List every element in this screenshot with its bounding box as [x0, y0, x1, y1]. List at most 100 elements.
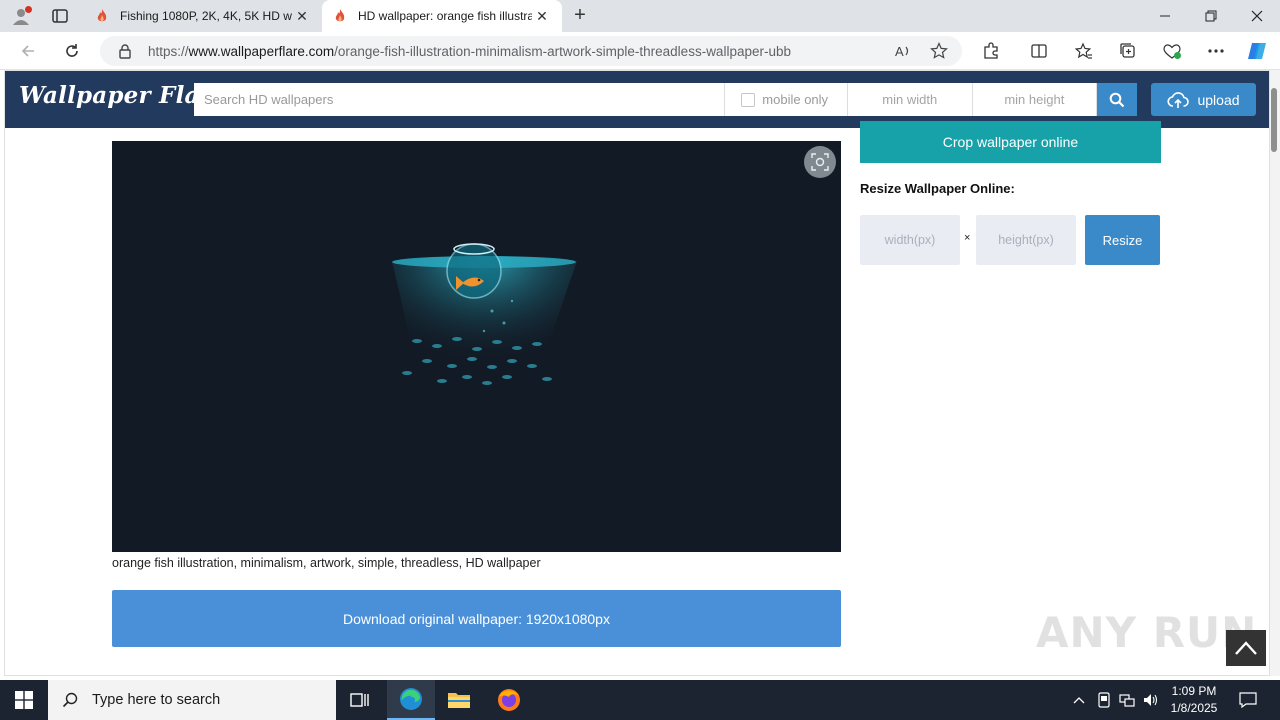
- crop-wallpaper-button[interactable]: Crop wallpaper online: [860, 121, 1161, 163]
- device-icon: [1098, 692, 1110, 708]
- task-view-icon: [350, 693, 369, 707]
- puzzle-icon: [984, 42, 998, 59]
- url-path: /orange-fish-illustration-minimalism-art…: [334, 43, 791, 59]
- clock-date: 1/8/2025: [1170, 701, 1218, 715]
- refresh-icon: [66, 44, 78, 57]
- chevron-up-icon: [1235, 641, 1257, 655]
- restore-button[interactable]: [1188, 0, 1234, 32]
- notification-icon: [1239, 692, 1257, 708]
- upload-button[interactable]: upload: [1151, 83, 1256, 116]
- folder-icon: [448, 693, 470, 708]
- anyrun-watermark: ANY RUN: [1036, 608, 1258, 657]
- address-bar[interactable]: https://www.wallpaperflare.com/orange-fi…: [100, 36, 962, 66]
- web-page: Wallpaper Flare Search HD wallpapers mob…: [4, 70, 1270, 676]
- tab-title: HD wallpaper: orange fish illustra: [358, 9, 532, 23]
- start-button[interactable]: [0, 680, 48, 720]
- taskbar-search-text: Type here to search: [92, 692, 221, 708]
- split-screen-button[interactable]: [1028, 41, 1050, 61]
- url-prefix: https://: [148, 43, 189, 59]
- chevron-up-icon: [1073, 697, 1085, 704]
- read-aloud-icon[interactable]: A: [894, 42, 912, 60]
- search-bar: Search HD wallpapers mobile only min wid…: [194, 83, 1138, 116]
- profile-avatar[interactable]: [8, 4, 34, 28]
- zoom-icon: [811, 153, 829, 171]
- upload-label: upload: [1197, 91, 1240, 108]
- favorites-button[interactable]: [1073, 41, 1095, 61]
- windows-logo-icon: [15, 691, 33, 709]
- clock-time: 1:09 PM: [1171, 684, 1217, 698]
- fish-illustration: [392, 243, 577, 391]
- min-width-input[interactable]: min width: [848, 83, 973, 116]
- close-window-button[interactable]: [1234, 0, 1280, 32]
- tray-device-button[interactable]: [1093, 680, 1115, 720]
- taskbar-firefox[interactable]: [485, 680, 533, 720]
- wallpaper-caption: orange fish illustration, minimalism, ar…: [112, 556, 541, 570]
- task-view-button[interactable]: [336, 680, 384, 720]
- speaker-icon: [1144, 694, 1158, 706]
- taskbar-file-explorer[interactable]: [435, 680, 483, 720]
- browser-tab-strip: Fishing 1080P, 2K, 4K, 5K HD wall ✕ HD w…: [0, 0, 1280, 32]
- favorite-star-icon[interactable]: [930, 42, 948, 60]
- download-original-button[interactable]: Download original wallpaper: 1920x1080px: [112, 590, 841, 647]
- extensions-button[interactable]: [980, 41, 1002, 61]
- taskbar-search-box[interactable]: Type here to search: [48, 680, 336, 720]
- new-tab-button[interactable]: +: [568, 4, 592, 28]
- search-icon: [1109, 92, 1125, 107]
- notification-dot: [25, 6, 32, 13]
- back-arrow-icon: [21, 45, 34, 57]
- search-button[interactable]: [1097, 83, 1138, 116]
- back-button[interactable]: [14, 38, 42, 64]
- windows-taskbar: Type here to search 1:09 PM 1/8/2025: [0, 680, 1280, 720]
- close-tab-icon[interactable]: ✕: [292, 8, 312, 25]
- page-scrollbar-track[interactable]: [1270, 70, 1280, 676]
- favorites-icon: [1075, 42, 1092, 59]
- tray-network-button[interactable]: [1116, 680, 1138, 720]
- network-icon: [1119, 694, 1135, 707]
- min-height-input[interactable]: min height: [973, 83, 1098, 116]
- tab-title: Fishing 1080P, 2K, 4K, 5K HD wall: [120, 9, 292, 23]
- flame-favicon-icon: [97, 9, 107, 22]
- split-screen-icon: [1031, 44, 1047, 58]
- minimize-button[interactable]: [1142, 0, 1188, 32]
- tray-volume-button[interactable]: [1140, 680, 1162, 720]
- tab-fishing[interactable]: Fishing 1080P, 2K, 4K, 5K HD wall ✕: [84, 0, 322, 32]
- browser-essentials-button[interactable]: [1161, 41, 1183, 61]
- flame-favicon-icon: [335, 9, 345, 22]
- search-input[interactable]: Search HD wallpapers: [194, 83, 726, 116]
- resize-button[interactable]: Resize: [1085, 215, 1160, 265]
- collections-icon: [1120, 43, 1135, 58]
- url-text[interactable]: https://www.wallpaperflare.com/orange-fi…: [148, 44, 791, 59]
- collections-button[interactable]: [1117, 41, 1139, 61]
- browser-toolbar: https://www.wallpaperflare.com/orange-fi…: [0, 32, 1280, 70]
- settings-more-button[interactable]: [1205, 41, 1227, 61]
- resize-height-input[interactable]: height(px): [976, 215, 1076, 265]
- zoom-preview-button[interactable]: [804, 146, 836, 178]
- search-icon: [62, 692, 78, 708]
- url-domain: www.wallpaperflare.com: [188, 43, 335, 59]
- more-dots-icon: [1208, 49, 1224, 53]
- resize-width-input[interactable]: width(px): [860, 215, 960, 265]
- tab-hd-wallpaper[interactable]: HD wallpaper: orange fish illustra ✕: [322, 0, 562, 32]
- lock-icon[interactable]: [118, 43, 132, 59]
- refresh-button[interactable]: [58, 38, 86, 64]
- firefox-icon: [498, 689, 520, 711]
- taskbar-edge[interactable]: [387, 680, 435, 720]
- mobile-only-label: mobile only: [762, 92, 829, 107]
- svg-text:A: A: [895, 44, 904, 59]
- mobile-only-toggle[interactable]: mobile only: [725, 83, 848, 116]
- close-icon: [1251, 10, 1263, 22]
- taskbar-clock[interactable]: 1:09 PM 1/8/2025: [1160, 683, 1228, 717]
- wallpaper-preview-image[interactable]: [112, 141, 841, 552]
- cloud-upload-icon: [1167, 91, 1190, 108]
- times-symbol: ×: [964, 232, 971, 244]
- show-hidden-icons-button[interactable]: [1068, 680, 1090, 720]
- back-to-top-button[interactable]: [1226, 630, 1266, 666]
- page-scrollbar-thumb[interactable]: [1271, 88, 1277, 152]
- close-tab-icon[interactable]: ✕: [532, 8, 552, 25]
- heartbeat-icon: [1163, 44, 1181, 59]
- notifications-button[interactable]: [1232, 680, 1264, 720]
- tab-actions-button[interactable]: [46, 5, 74, 27]
- copilot-icon: [1248, 43, 1266, 59]
- mobile-only-checkbox[interactable]: [741, 92, 756, 107]
- copilot-button[interactable]: [1246, 41, 1268, 61]
